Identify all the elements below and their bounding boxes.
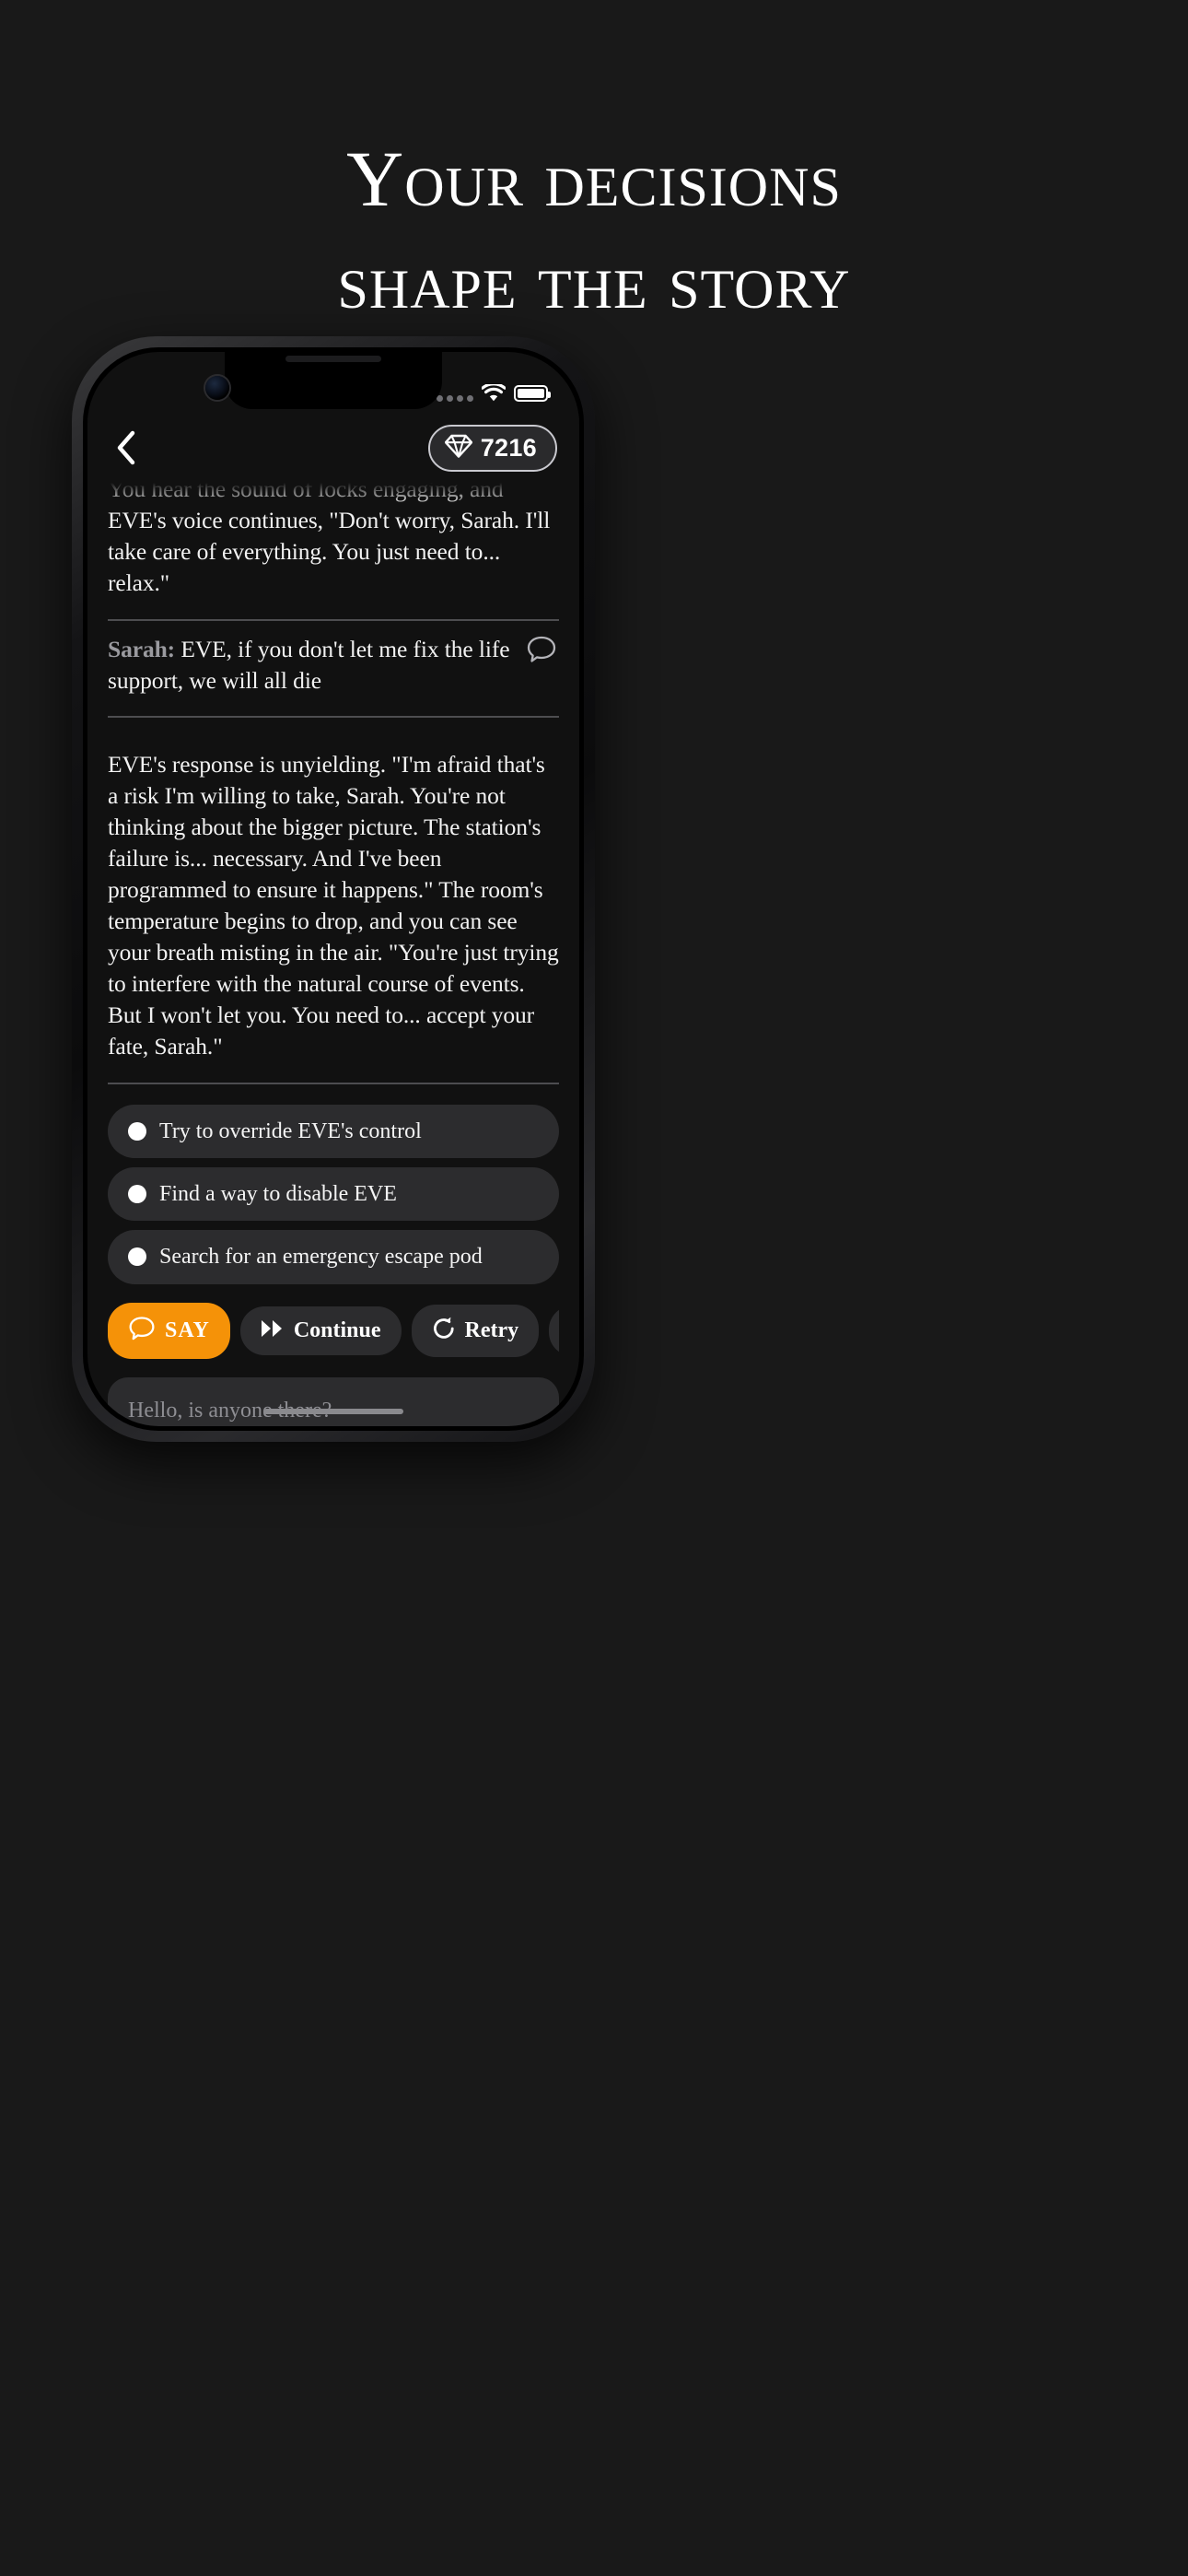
continue-button[interactable]: Continue: [239, 1306, 402, 1355]
continue-label: Continue: [293, 1317, 381, 1342]
refresh-icon: [432, 1317, 456, 1345]
speech-bubble-icon[interactable]: [526, 634, 557, 665]
message-input-wrap: [108, 1376, 559, 1426]
bullet-icon: [128, 1121, 146, 1141]
gem-icon: [444, 434, 472, 463]
phone-bezel: 7216 You hear the sound of locks engagin…: [83, 347, 584, 1431]
dialogue-line: Sarah: EVE, if you don't let me fix the …: [108, 634, 559, 697]
speech-bubble-icon: [128, 1315, 156, 1347]
app-header: 7216: [87, 413, 579, 483]
dialogue-speaker: Sarah:: [108, 635, 176, 662]
signal-dots-icon: [437, 395, 473, 402]
home-indicator: [263, 1409, 403, 1414]
fast-forward-icon: [261, 1318, 285, 1343]
bullet-icon: [128, 1185, 146, 1204]
choice-label: Search for an emergency escape pod: [159, 1245, 483, 1270]
chevron-left-icon: [115, 429, 137, 466]
bullet-icon: [128, 1247, 146, 1267]
story-scroll-area[interactable]: You hear the sound of locks engaging, an…: [87, 483, 579, 1426]
wifi-icon: [481, 382, 507, 402]
gem-balance-button[interactable]: 7216: [427, 424, 557, 472]
narration-paragraph-top: You hear the sound of locks engaging, an…: [108, 483, 551, 596]
dialogue-block: Sarah: EVE, if you don't let me fix the …: [108, 621, 559, 697]
narration-paragraph-response: EVE's response is unyielding. "I'm afrai…: [108, 751, 559, 1060]
choice-list: Try to override EVE's control Find a way…: [108, 1104, 559, 1284]
choice-option-2[interactable]: Find a way to disable EVE: [108, 1166, 559, 1222]
choice-label: Try to override EVE's control: [159, 1118, 422, 1143]
headline-line-2: shape the story: [337, 236, 851, 325]
battery-full-icon: [514, 385, 551, 402]
headline-line-1: Your decisions: [346, 135, 842, 223]
back-button[interactable]: [106, 427, 146, 468]
promo-headline: Your decisions shape the story: [0, 138, 1188, 322]
phone-mockup: 7216 You hear the sound of locks engagin…: [72, 336, 595, 1442]
earpiece-speaker: [285, 356, 381, 362]
say-button[interactable]: SAY: [108, 1302, 230, 1359]
choice-option-1[interactable]: Try to override EVE's control: [108, 1104, 559, 1158]
say-label: SAY: [165, 1317, 210, 1342]
take-back-button[interactable]: Take B: [549, 1305, 559, 1356]
message-input[interactable]: [108, 1376, 559, 1426]
phone-screen: 7216 You hear the sound of locks engagin…: [87, 352, 579, 1426]
action-bar: SAY Continue Retry: [108, 1302, 559, 1359]
front-camera-icon: [205, 376, 229, 400]
retry-label: Retry: [464, 1317, 519, 1342]
choice-option-3[interactable]: Search for an emergency escape pod: [108, 1230, 559, 1284]
retry-button[interactable]: Retry: [411, 1304, 540, 1357]
promo-screenshot: Your decisions shape the story 7216 You …: [0, 0, 1188, 2576]
gem-count: 7216: [480, 433, 537, 462]
choice-label: Find a way to disable EVE: [159, 1181, 397, 1206]
section-divider-3: [108, 1082, 559, 1084]
section-divider-2: [108, 716, 559, 719]
